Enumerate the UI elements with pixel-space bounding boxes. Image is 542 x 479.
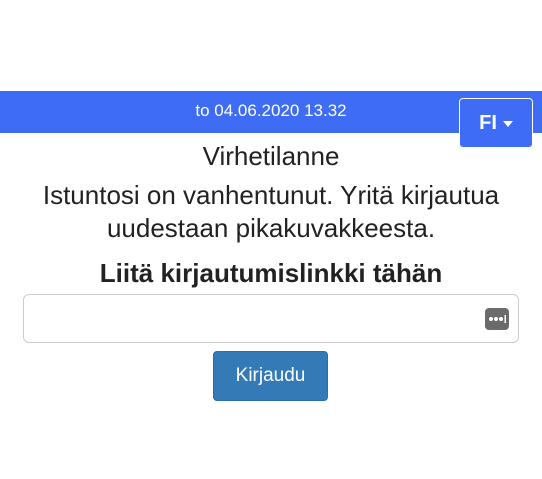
login-link-label: Liitä kirjautumislinkki tähän bbox=[99, 258, 443, 288]
caret-down-icon bbox=[502, 121, 513, 127]
error-message: Istuntosi on vanhentunut. Yritä kirjautu… bbox=[42, 180, 500, 243]
login-page: to 04.06.2020 13.32 FI Virhetilanne Istu… bbox=[0, 0, 542, 479]
language-button-label: FI bbox=[479, 111, 497, 134]
login-link-input[interactable] bbox=[32, 303, 476, 336]
login-link-field[interactable] bbox=[23, 294, 519, 343]
password-manager-key-icon[interactable] bbox=[485, 308, 509, 330]
login-button[interactable]: Kirjaudu bbox=[213, 351, 328, 401]
key-icon-glyph bbox=[489, 315, 506, 323]
error-title: Virhetilanne bbox=[202, 141, 340, 171]
